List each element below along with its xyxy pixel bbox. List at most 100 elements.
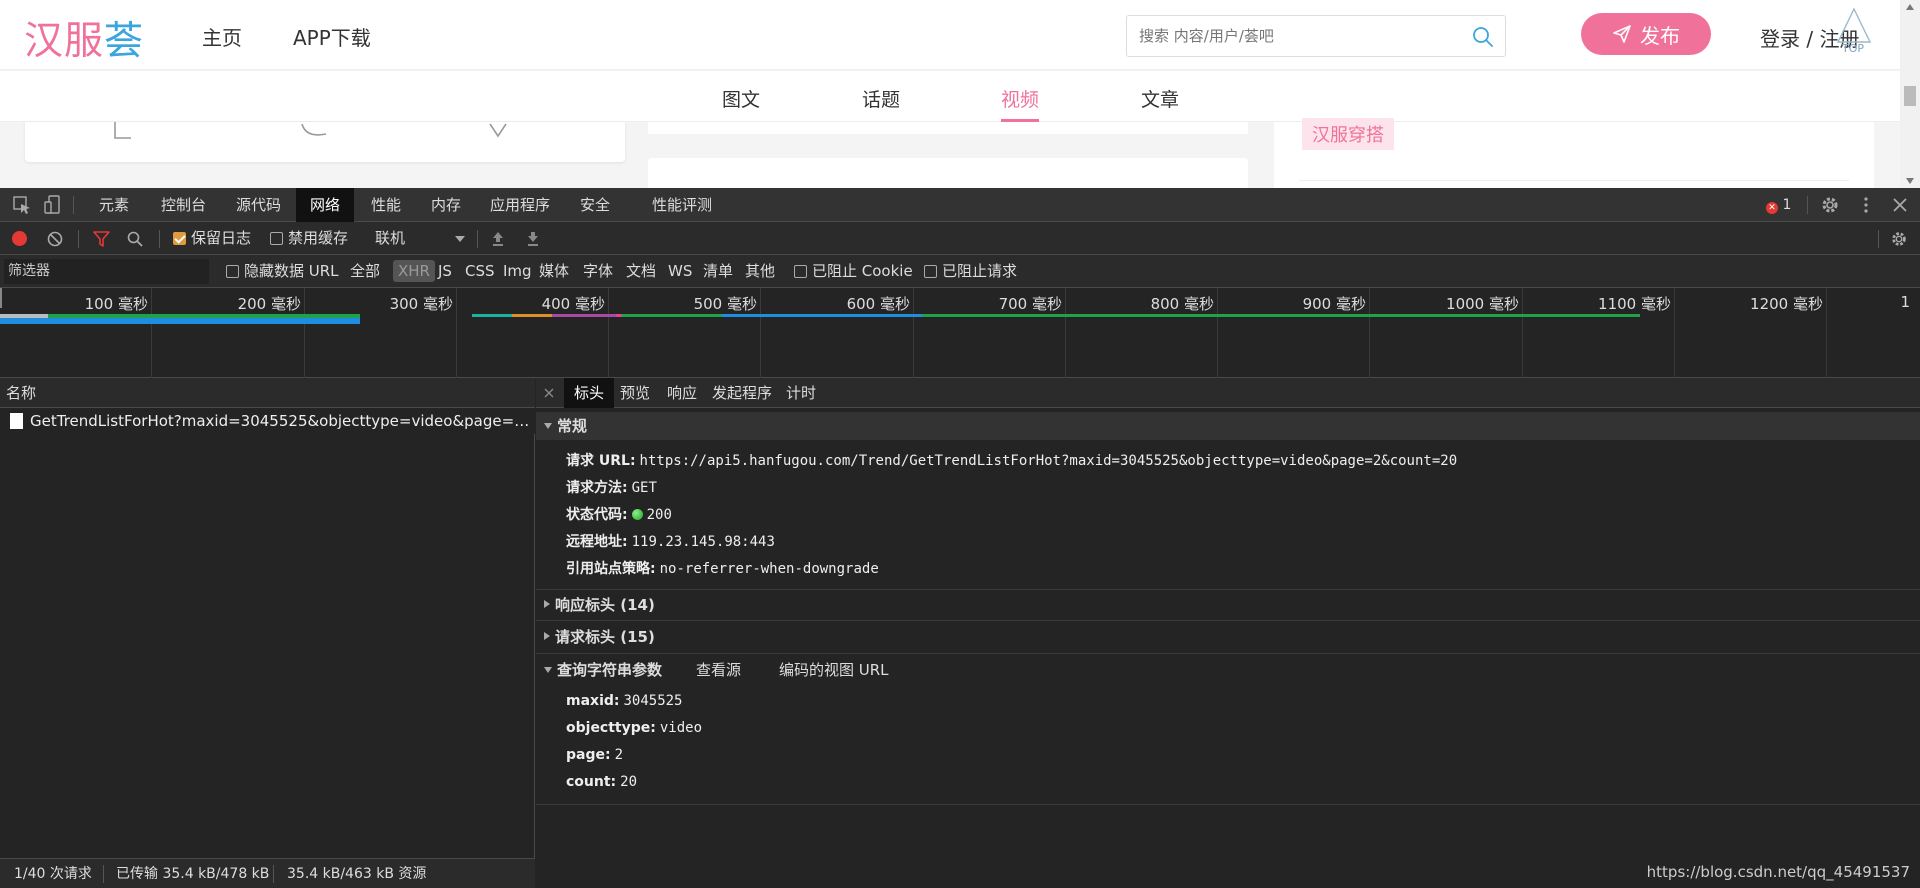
param-value: video [659, 720, 703, 736]
tab-video[interactable]: 视频 [1001, 85, 1040, 122]
filter-type-all[interactable]: 全部 [350, 255, 380, 288]
device-toolbar-icon[interactable] [43, 195, 63, 215]
checkbox-checked[interactable] [173, 232, 186, 245]
referrer-policy-value: no-referrer-when-downgrade [659, 561, 879, 577]
tab-image-text[interactable]: 图文 [722, 85, 760, 112]
filter-type-xhr[interactable]: XHR [393, 255, 435, 288]
filter-type-manifest[interactable]: 清单 [703, 255, 733, 288]
tab-headers[interactable]: 标头 [564, 378, 615, 408]
filter-type-js[interactable]: JS [438, 255, 452, 288]
star-icon[interactable] [487, 122, 509, 140]
checkbox[interactable] [226, 265, 239, 278]
network-toolbar: 保留日志 禁用缓存 联机 [0, 222, 1920, 255]
like-icon[interactable] [113, 122, 135, 140]
filter-type-img[interactable]: Img [503, 255, 532, 288]
filter-type-ws[interactable]: WS [668, 255, 692, 288]
back-to-top-button[interactable]: TOP [1834, 6, 1874, 56]
network-settings-icon[interactable] [1890, 230, 1908, 248]
section-general[interactable]: 常规 [536, 412, 1920, 440]
tab-performance[interactable]: 性能 [357, 188, 415, 222]
scroll-down-icon[interactable] [1906, 178, 1914, 184]
nav-home[interactable]: 主页 [202, 22, 242, 51]
tab-preview[interactable]: 预览 [610, 378, 660, 408]
preserve-log-checkbox[interactable]: 保留日志 [173, 222, 251, 255]
filter-type-other[interactable]: 其他 [745, 255, 775, 288]
section-query-params[interactable]: 查询字符串参数 查看源 编码的视图 URL [536, 656, 1920, 684]
inspect-element-icon[interactable] [12, 195, 32, 215]
gear-icon[interactable] [1820, 195, 1840, 215]
search-icon[interactable] [1471, 25, 1495, 49]
name-column-header[interactable]: 名称 [0, 378, 535, 408]
scroll-up-icon[interactable] [1906, 4, 1914, 10]
referrer-policy-row: 引用站点策略: no-referrer-when-downgrade [566, 558, 879, 578]
checkbox[interactable] [270, 232, 283, 245]
publish-label: 发布 [1640, 23, 1680, 48]
close-detail-icon[interactable] [544, 388, 554, 398]
section-request-headers[interactable]: 请求标头 (15) [536, 623, 1920, 651]
watermark: https://blog.csdn.net/qq_45491537 [1646, 863, 1910, 881]
top-label: TOP [1842, 42, 1865, 55]
import-har-icon[interactable] [490, 230, 506, 247]
document-icon [10, 413, 23, 429]
search-input[interactable] [1139, 26, 1459, 46]
tag-hanfu-outfit[interactable]: 汉服穿搭 [1302, 118, 1394, 150]
more-options-icon[interactable] [1856, 195, 1876, 215]
content-tabs: 图文 话题 视频 文章 [0, 71, 1900, 122]
divider [477, 230, 478, 248]
view-source-link[interactable]: 查看源 [696, 656, 741, 684]
section-general-title: 常规 [557, 417, 588, 435]
blocked-requests-checkbox[interactable]: 已阻止请求 [924, 255, 1017, 288]
site-logo[interactable]: 汉服荟 [24, 10, 144, 66]
devtools-tabbar: 元素 控制台 源代码 网络 性能 内存 应用程序 安全 性能评测 ✕ 1 [0, 188, 1920, 222]
timeline-overview[interactable]: 100 毫秒 200 毫秒 300 毫秒 400 毫秒 500 毫秒 600 毫… [0, 288, 1920, 378]
tab-sources[interactable]: 源代码 [222, 188, 295, 222]
tab-application[interactable]: 应用程序 [476, 188, 564, 222]
detail-tabbar: 标头 预览 响应 发起程序 计时 [536, 378, 1920, 408]
tab-lighthouse[interactable]: 性能评测 [638, 188, 726, 222]
tab-article[interactable]: 文章 [1141, 85, 1179, 112]
disable-cache-checkbox[interactable]: 禁用缓存 [270, 222, 348, 255]
filter-type-css[interactable]: CSS [465, 255, 495, 288]
feed-card [648, 122, 1248, 134]
tab-timing[interactable]: 计时 [776, 378, 826, 408]
filter-type-doc[interactable]: 文档 [626, 255, 656, 288]
tab-console[interactable]: 控制台 [147, 188, 220, 222]
checkbox[interactable] [794, 265, 807, 278]
filter-type-font[interactable]: 字体 [583, 255, 613, 288]
publish-button[interactable]: 发布 [1581, 13, 1711, 55]
comment-icon[interactable] [300, 122, 330, 140]
response-headers-title: 响应标头 (14) [555, 596, 655, 614]
tab-network[interactable]: 网络 [296, 188, 355, 222]
tab-elements[interactable]: 元素 [85, 188, 143, 222]
tab-response[interactable]: 响应 [657, 378, 707, 408]
throttle-select[interactable]: 联机 [375, 222, 465, 255]
disable-cache-label: 禁用缓存 [288, 229, 349, 247]
tab-initiator[interactable]: 发起程序 [702, 378, 782, 408]
tab-memory[interactable]: 内存 [417, 188, 475, 222]
nav-app-download[interactable]: APP下载 [293, 22, 371, 51]
record-icon[interactable] [12, 231, 27, 246]
filter-type-media[interactable]: 媒体 [539, 255, 569, 288]
search-icon[interactable] [127, 231, 144, 247]
view-url-encoded-link[interactable]: 编码的视图 URL [779, 656, 889, 684]
clear-icon[interactable] [47, 231, 63, 247]
tab-topic[interactable]: 话题 [862, 85, 900, 112]
page-scrollbar[interactable] [1900, 0, 1920, 188]
timeline-selection-handle[interactable] [0, 288, 2, 308]
close-icon[interactable] [1890, 195, 1910, 215]
tab-security[interactable]: 安全 [566, 188, 624, 222]
export-har-icon[interactable] [525, 230, 541, 247]
triangle-up-icon [1836, 7, 1872, 43]
status-ok-icon [631, 509, 643, 520]
filter-input[interactable]: 筛选器 [4, 259, 209, 284]
blocked-cookies-checkbox[interactable]: 已阻止 Cookie [794, 255, 913, 288]
error-indicator[interactable]: ✕ 1 [1766, 196, 1791, 214]
request-row[interactable]: GetTrendListForHot?maxid=3045525&objectt… [0, 408, 535, 434]
scroll-thumb[interactable] [1904, 86, 1916, 106]
filter-icon[interactable] [93, 231, 110, 247]
section-response-headers[interactable]: 响应标头 (14) [536, 591, 1920, 619]
hide-data-urls-checkbox[interactable]: 隐藏数据 URL [226, 255, 339, 288]
search-box[interactable] [1126, 15, 1506, 57]
checkbox[interactable] [924, 265, 937, 278]
divider [536, 804, 1920, 805]
